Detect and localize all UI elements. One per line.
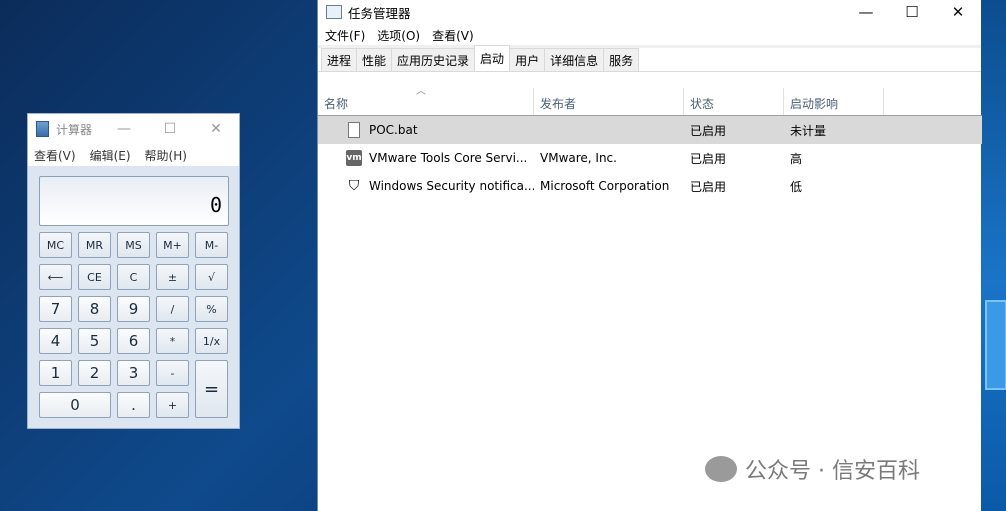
menu-file[interactable]: 文件(F) — [325, 27, 365, 44]
task-manager-window: 任务管理器 — ☐ ✕ 文件(F) 选项(O) 查看(V) 进程 性能 应用历史… — [317, 0, 982, 511]
watermark-text: 公众号 · 信安百科 — [745, 459, 920, 484]
desktop-background — [981, 0, 1006, 511]
calc-button[interactable]: ⟵ — [39, 264, 72, 290]
menu-view[interactable]: 查看(V) — [34, 147, 76, 164]
column-header-publisher[interactable]: 发布者 — [534, 88, 684, 115]
sort-ascending-icon: ︿ — [416, 86, 426, 97]
row-name: POC.bat — [369, 123, 418, 137]
calc-button[interactable]: √ — [195, 264, 228, 290]
calc-button[interactable]: MC — [39, 232, 72, 258]
calc-button[interactable]: % — [195, 296, 228, 322]
calc-button[interactable]: CE — [78, 264, 111, 290]
calc-button[interactable]: MS — [117, 232, 150, 258]
tab-services[interactable]: 服务 — [603, 48, 640, 71]
calculator-window: 计算器 — ☐ ✕ 查看(V) 编辑(E) 帮助(H) 0 MC MR MS M+ M-… — [27, 113, 240, 429]
menu-options[interactable]: 选项(O) — [377, 27, 420, 44]
calc-button[interactable]: 6 — [117, 328, 150, 354]
tab-bar: 进程 性能 应用历史记录 启动 用户 详细信息 服务 — [318, 45, 981, 72]
column-header-status[interactable]: 状态 — [684, 88, 784, 115]
table-row[interactable]: vm VMware Tools Core Servi... VMware, Inc… — [318, 144, 982, 172]
table-row[interactable]: POC.bat 已启用 未计量 — [318, 116, 982, 144]
tab-app-history[interactable]: 应用历史记录 — [391, 48, 476, 71]
cell-status: 已启用 — [690, 151, 727, 166]
tab-processes[interactable]: 进程 — [321, 48, 358, 71]
calc-button[interactable]: 9 — [117, 296, 150, 322]
calc-button[interactable]: 5 — [78, 328, 111, 354]
minimize-button[interactable]: — — [843, 3, 889, 21]
calc-button[interactable]: ± — [156, 264, 189, 290]
calc-button[interactable]: 1/x — [195, 328, 228, 354]
calc-button[interactable]: - — [156, 360, 189, 386]
file-icon — [346, 122, 369, 138]
window-title: 任务管理器 — [348, 5, 411, 21]
row-name: VMware Tools Core Servi... — [369, 151, 528, 165]
calc-button[interactable]: / — [156, 296, 189, 322]
cell-name: ⛉ Windows Security notifica... — [318, 178, 534, 194]
cell-status: 已启用 — [690, 179, 727, 194]
calc-button[interactable]: 3 — [117, 360, 150, 386]
cell-name: vm VMware Tools Core Servi... — [318, 150, 534, 166]
vmware-icon: vm — [346, 150, 369, 166]
calc-button[interactable]: 7 — [39, 296, 72, 322]
calc-button[interactable]: + — [156, 392, 189, 418]
calc-button[interactable]: 4 — [39, 328, 72, 354]
calc-button[interactable]: 8 — [78, 296, 111, 322]
table-row[interactable]: ⛉ Windows Security notifica... Microsoft … — [318, 172, 982, 200]
menu-view[interactable]: 查看(V) — [432, 27, 474, 44]
cell-impact: 高 — [790, 151, 803, 166]
cell-publisher: Microsoft Corporation — [540, 179, 670, 193]
tab-details[interactable]: 详细信息 — [544, 48, 605, 71]
task-manager-titlebar: 任务管理器 — ☐ ✕ — [318, 0, 981, 24]
close-button[interactable]: ✕ — [193, 121, 239, 137]
tab-startup[interactable]: 启动 — [474, 45, 511, 71]
calc-button[interactable]: M- — [195, 232, 228, 258]
task-manager-menubar: 文件(F) 选项(O) 查看(V) — [318, 24, 981, 46]
cell-status: 已启用 — [690, 123, 727, 138]
column-header-name[interactable]: ︿ 名称 — [318, 86, 534, 115]
shield-icon: ⛉ — [348, 178, 360, 194]
maximize-button[interactable]: ☐ — [889, 3, 935, 21]
tab-performance[interactable]: 性能 — [356, 48, 393, 71]
cell-publisher: VMware, Inc. — [540, 151, 617, 165]
minimize-button[interactable]: — — [101, 121, 147, 137]
wechat-logo-icon — [705, 456, 737, 482]
calc-button[interactable]: 0 — [39, 392, 111, 418]
calculator-display: 0 — [39, 176, 229, 226]
column-header-impact[interactable]: 启动影响 — [784, 88, 884, 115]
calculator-menubar: 查看(V) 编辑(E) 帮助(H) — [28, 144, 239, 166]
window-title: 计算器 — [56, 122, 93, 137]
calc-button[interactable]: 1 — [39, 360, 72, 386]
menu-help[interactable]: 帮助(H) — [145, 147, 187, 164]
row-name: Windows Security notifica... — [369, 179, 534, 193]
calc-button[interactable]: . — [117, 392, 150, 418]
calc-button[interactable]: * — [156, 328, 189, 354]
calculator-titlebar: 计算器 — ☐ ✕ — [28, 114, 239, 144]
cell-name: POC.bat — [318, 122, 534, 138]
maximize-button[interactable]: ☐ — [147, 121, 193, 137]
calc-button[interactable]: = — [195, 360, 228, 418]
menu-edit[interactable]: 编辑(E) — [90, 147, 131, 164]
calc-button[interactable]: 2 — [78, 360, 111, 386]
calculator-icon — [36, 121, 49, 137]
watermark: 公众号 · 信安百科 — [705, 453, 920, 485]
calc-button[interactable]: M+ — [156, 232, 189, 258]
calc-button[interactable]: C — [117, 264, 150, 290]
close-button[interactable]: ✕ — [935, 3, 981, 21]
task-manager-icon — [326, 5, 342, 19]
table-header: ︿ 名称 发布者 状态 启动影响 — [318, 86, 982, 116]
cell-impact: 未计量 — [790, 123, 827, 138]
column-label: 名称 — [324, 97, 349, 111]
cell-impact: 低 — [790, 179, 803, 194]
calc-button[interactable]: MR — [78, 232, 111, 258]
tab-users[interactable]: 用户 — [509, 48, 546, 71]
